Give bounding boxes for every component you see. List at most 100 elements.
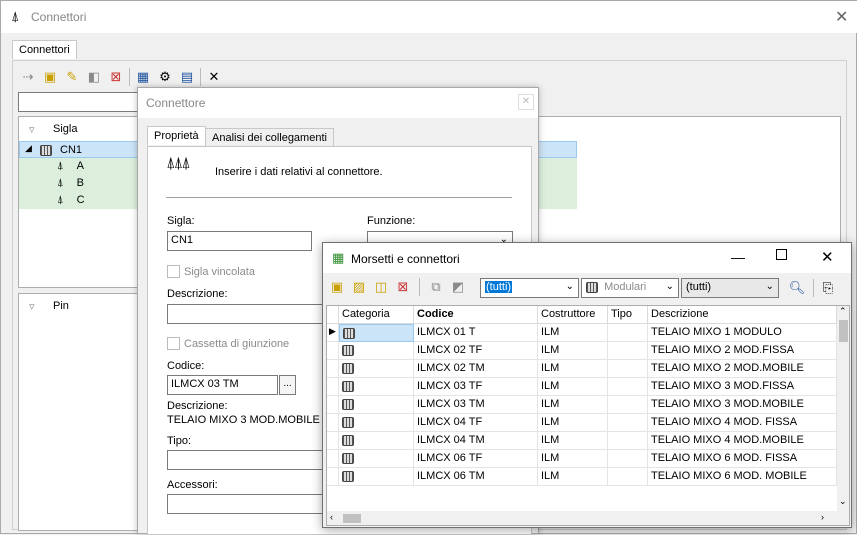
tab-proprieta[interactable]: Proprietà — [147, 126, 206, 145]
cassetta-option[interactable]: Cassetta di giunzione — [167, 337, 289, 350]
row-indicator — [327, 342, 339, 360]
connector-icon — [342, 344, 354, 356]
duplicate-icon[interactable]: ◧ — [85, 68, 103, 86]
filter-combo-1[interactable]: (tutti) ⌄ — [480, 278, 579, 298]
table-row[interactable]: ILMCX 06 TF ILM TELAIO MIXO 6 MOD. FISSA — [327, 450, 837, 468]
dialog-close-icon[interactable]: ✕ — [518, 94, 534, 110]
sigla-vincolata-option[interactable]: Sigla vincolata — [167, 265, 255, 278]
new-item-icon[interactable]: ▣ — [328, 278, 346, 296]
vertical-scrollbar[interactable]: ⌃ ⌄ — [837, 306, 849, 511]
category-cell — [339, 450, 414, 468]
divider — [166, 197, 512, 198]
codice-cell: ILMCX 04 TM — [414, 432, 538, 450]
connector-app-icon: ⍋ — [11, 8, 20, 24]
codice-cell: ILMCX 02 TM — [414, 360, 538, 378]
grid-icon[interactable]: ▤ — [178, 68, 196, 86]
copy-item-icon[interactable]: ◫ — [372, 278, 390, 296]
filter-icon[interactable]: ▿ — [29, 300, 35, 313]
connector-list-icon[interactable]: ▦ — [134, 68, 152, 86]
col-codice[interactable]: Codice — [414, 306, 538, 324]
filter-combo-2[interactable]: Modulari ⌄ — [581, 278, 679, 298]
filter-combo-3-value: (tutti) — [686, 281, 712, 293]
costruttore-cell: ILM — [538, 360, 608, 378]
cassetta-checkbox[interactable] — [167, 337, 180, 350]
table-row[interactable]: ILMCX 03 TM ILM TELAIO MIXO 3 MOD.MOBILE — [327, 396, 837, 414]
table-row[interactable]: ▶ ILMCX 01 T ILM TELAIO MIXO 1 MODULO — [327, 324, 837, 342]
move-icon[interactable]: ⇢ — [19, 68, 37, 86]
edit-item-icon[interactable]: ▨ — [350, 278, 368, 296]
main-close-icon[interactable]: ✕ — [835, 7, 848, 27]
find-icon[interactable]: 🔍︎ — [788, 279, 806, 297]
horizontal-scrollbar[interactable]: ‹ › — [327, 511, 837, 525]
settings-icon[interactable]: ⚙ — [156, 68, 174, 86]
pin-icon: ⍋ — [57, 177, 64, 189]
col-tipo[interactable]: Tipo — [608, 306, 648, 324]
table-row[interactable]: ILMCX 04 TF ILM TELAIO MIXO 4 MOD. FISSA — [327, 414, 837, 432]
tab-connettori[interactable]: Connettori — [12, 40, 77, 59]
toolbar-separator — [129, 68, 130, 86]
new-folder-icon[interactable]: ▣ — [41, 68, 59, 86]
col-costruttore[interactable]: Costruttore — [538, 306, 608, 324]
table-row[interactable]: ILMCX 02 TM ILM TELAIO MIXO 2 MOD.MOBILE — [327, 360, 837, 378]
tipo-label: Tipo: — [167, 435, 192, 447]
main-titlebar: ⍋ Connettori ✕ — [1, 1, 857, 33]
collapse-icon[interactable]: ◢ — [25, 143, 32, 154]
filter-combo-2-value: Modulari — [604, 281, 647, 293]
table-row[interactable]: ILMCX 04 TM ILM TELAIO MIXO 4 MOD.MOBILE — [327, 432, 837, 450]
toolbar-separator — [419, 278, 420, 296]
tree-row-a[interactable]: ⍋ A — [57, 160, 84, 173]
pin-panel: ▿ Pin — [18, 293, 143, 531]
scroll-right-icon[interactable]: › — [821, 512, 824, 522]
filter-icon[interactable]: ▿ — [29, 123, 35, 136]
codice-input[interactable]: ILMCX 03 TM — [167, 375, 278, 395]
maximize-icon[interactable] — [776, 249, 787, 260]
paste-icon[interactable]: ◩ — [449, 278, 467, 296]
costruttore-cell: ILM — [538, 324, 608, 342]
copy-icon[interactable]: ⧉ — [427, 278, 445, 296]
h-scroll-thumb[interactable] — [343, 514, 361, 523]
catalog-close-icon[interactable]: ✕ — [821, 248, 834, 266]
table-row[interactable]: ILMCX 06 TM ILM TELAIO MIXO 6 MOD. MOBILE — [327, 468, 837, 486]
preview-icon[interactable]: ⎘ — [819, 279, 837, 297]
descrizione-label: Descrizione: — [167, 288, 228, 300]
scroll-up-icon[interactable]: ⌃ — [839, 306, 847, 317]
codice-cell: ILMCX 03 TF — [414, 378, 538, 396]
tipo-cell — [608, 342, 648, 360]
descrizione-cell: TELAIO MIXO 3 MOD.FISSA — [648, 378, 837, 396]
sigla-vincolata-checkbox[interactable] — [167, 265, 180, 278]
delete-item-icon[interactable]: ⊠ — [394, 278, 412, 296]
pin-header[interactable]: Pin — [53, 300, 69, 312]
connector-icon — [342, 434, 354, 446]
tab-analisi[interactable]: Analisi dei collegamenti — [205, 128, 334, 147]
catalog-titlebar: ▦ Morsetti e connettori — ✕ — [323, 243, 851, 273]
row-indicator — [327, 378, 339, 396]
costruttore-cell: ILM — [538, 378, 608, 396]
codice-cell: ILMCX 01 T — [414, 324, 538, 342]
filter-combo-3[interactable]: (tutti) ⌄ — [681, 278, 779, 298]
tipo-cell — [608, 324, 648, 342]
close-icon[interactable]: ✕ — [205, 68, 223, 86]
minimize-icon[interactable]: — — [731, 249, 745, 265]
edit-icon[interactable]: ✎ — [63, 68, 81, 86]
table-row[interactable]: ILMCX 03 TF ILM TELAIO MIXO 3 MOD.FISSA — [327, 378, 837, 396]
col-descrizione[interactable]: Descrizione — [648, 306, 837, 324]
scroll-thumb[interactable] — [839, 320, 848, 342]
tree-header[interactable]: Sigla — [53, 123, 77, 135]
descrizione-cell: TELAIO MIXO 4 MOD.MOBILE — [648, 432, 837, 450]
delete-item-icon[interactable]: ⊠ — [107, 68, 125, 86]
scroll-down-icon[interactable]: ⌄ — [839, 496, 847, 507]
table-row[interactable]: ILMCX 02 TF ILM TELAIO MIXO 2 MOD.FISSA — [327, 342, 837, 360]
costruttore-cell: ILM — [538, 414, 608, 432]
col-categoria[interactable]: Categoria — [339, 306, 414, 324]
main-search-input[interactable] — [18, 92, 143, 112]
codice-browse-button[interactable]: ... — [279, 375, 296, 395]
category-cell — [339, 360, 414, 378]
sigla-input[interactable]: CN1 — [167, 231, 312, 251]
connector-icon — [343, 327, 355, 339]
grid-header: Categoria Codice Costruttore Tipo Descri… — [327, 306, 837, 324]
chevron-down-icon: ⌄ — [765, 281, 774, 292]
tree-row-c[interactable]: ⍋ C — [57, 194, 85, 207]
scroll-left-icon[interactable]: ‹ — [330, 512, 333, 522]
tree-row-b[interactable]: ⍋ B — [57, 177, 84, 190]
category-cell — [339, 468, 414, 486]
